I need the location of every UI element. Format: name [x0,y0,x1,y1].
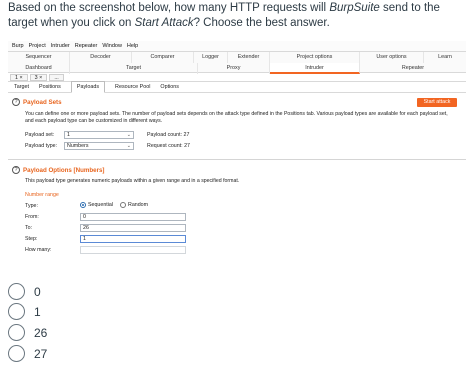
tab-dashboard[interactable]: Dashboard [8,63,70,74]
from-label: From: [25,214,39,220]
burpsuite-screenshot: Burp Project Intruder Repeater Window He… [8,41,466,267]
menu-window[interactable]: Window [102,43,122,49]
answer-label: 27 [34,346,48,361]
answer-label: 0 [34,284,41,299]
payload-type-select[interactable]: Numbers ⌄ [64,142,134,150]
from-input[interactable]: 0 [80,213,186,221]
menu-repeater[interactable]: Repeater [75,43,98,49]
question-part: ? Choose the best answer. [193,17,330,29]
tab-intruder[interactable]: Intruder [270,63,360,74]
chevron-down-icon: ⌄ [126,143,131,149]
payload-type-value: Numbers [67,143,89,149]
radio-unselected-icon[interactable] [8,303,25,320]
answer-option[interactable]: 27 [8,345,47,362]
payload-sets-description: You can define one or more payload sets.… [25,111,448,124]
attack-tab-3[interactable]: 3 × [29,73,48,81]
payload-sets-header: ? Payload Sets [12,98,62,106]
intruder-tabs: Target Positions Payloads Resource Pool … [8,81,466,93]
chevron-down-icon: ⌄ [126,132,131,138]
tab-extender[interactable]: Extender [228,52,270,63]
action-name: Start Attack [134,17,194,29]
menu-project[interactable]: Project [29,43,46,49]
radio-unselected-icon[interactable] [8,283,25,300]
request-count: Request count: 27 [147,143,190,149]
inner-tab-resource-pool[interactable]: Resource Pool [115,82,150,92]
radio-unselected-icon [120,202,126,208]
help-icon[interactable]: ? [12,166,20,174]
tab-learn[interactable]: Learn [424,52,466,63]
payload-sets-title: Payload Sets [23,98,62,106]
inner-tab-payloads[interactable]: Payloads [70,81,106,93]
step-label: Step: [25,236,38,242]
tab-sequencer[interactable]: Sequencer [8,52,70,63]
menu-help[interactable]: Help [127,43,138,49]
payload-count: Payload count: 27 [147,132,190,138]
to-label: To: [25,225,33,231]
help-icon[interactable]: ? [12,98,20,106]
menu-burp[interactable]: Burp [12,43,24,49]
tab-decoder[interactable]: Decoder [70,52,132,63]
tool-name: BurpSuite [329,2,380,14]
attack-tab-1[interactable]: 1 × [10,73,28,81]
answer-option[interactable]: 26 [8,324,47,341]
number-range-label: Number range [25,192,59,198]
answer-option[interactable]: 1 [8,303,41,320]
inner-tab-options[interactable]: Options [160,82,179,92]
how-many-input[interactable] [80,246,186,254]
random-label: Random [128,202,149,208]
menu-bar: Burp Project Intruder Repeater Window He… [8,41,466,51]
payload-set-select[interactable]: 1 ⌄ [64,131,134,139]
radio-unselected-icon[interactable] [8,345,25,362]
start-attack-button[interactable]: Start attack [417,98,457,107]
radio-unselected-icon[interactable] [8,324,25,341]
main-tabs: Sequencer Decoder Comparer Logger Extend… [8,51,466,74]
random-radio[interactable]: Random [120,202,148,208]
to-input[interactable]: 26 [80,224,186,232]
attack-tab-more[interactable]: ... [49,73,64,81]
tab-proxy[interactable]: Proxy [198,63,270,74]
menu-intruder[interactable]: Intruder [51,43,70,49]
tab-comparer[interactable]: Comparer [132,52,194,63]
question-part: Based on the screenshot below, how many … [8,2,330,14]
answer-label: 26 [34,325,48,340]
sequential-label: Sequential [88,202,114,208]
payload-options-title: Payload Options [Numbers] [23,166,105,174]
type-label: Type: [25,203,38,209]
answer-label: 1 [34,304,41,319]
tab-logger[interactable]: Logger [194,52,228,63]
inner-tab-positions[interactable]: Positions [39,82,61,92]
how-many-label: How many: [25,247,52,253]
inner-tab-target[interactable]: Target [14,82,29,92]
payload-options-header: ? Payload Options [Numbers] [12,166,104,174]
section-divider [8,159,466,160]
question-text: Based on the screenshot below, how many … [8,1,468,31]
radio-selected-icon [80,202,86,208]
payload-set-label: Payload set: [25,132,55,138]
answer-option[interactable]: 0 [8,283,41,300]
payload-options-description: This payload type generates numeric payl… [25,178,240,184]
tab-target[interactable]: Target [70,63,198,74]
tab-user-options[interactable]: User options [360,52,424,63]
step-input[interactable]: 1 [80,235,186,243]
tab-repeater[interactable]: Repeater [360,63,466,74]
payload-type-label: Payload type: [25,143,58,149]
tab-project-options[interactable]: Project options [270,52,360,63]
payload-set-value: 1 [67,132,70,138]
sequential-radio[interactable]: Sequential [80,202,113,208]
